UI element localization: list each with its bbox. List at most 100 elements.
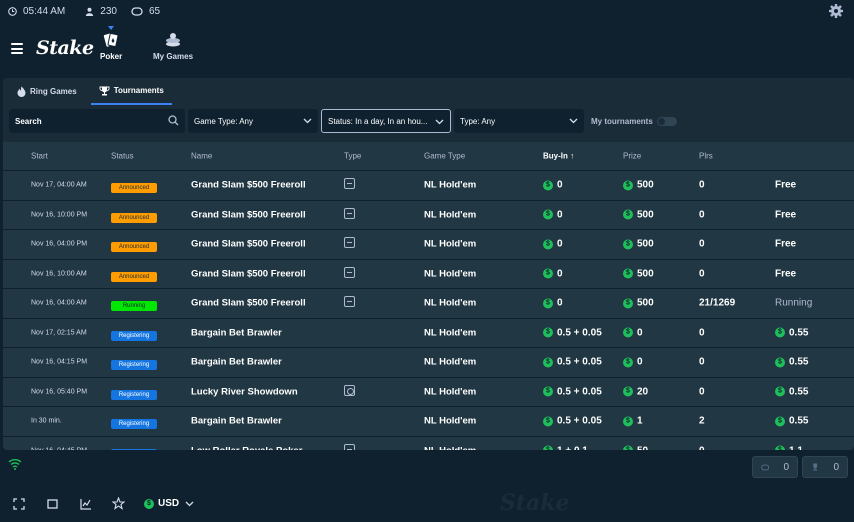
status-badge-label: Registering <box>111 330 157 341</box>
table-row[interactable]: Nov 16, 10:00 AM Announced Grand Slam $500… <box>3 258 854 288</box>
tables-chip[interactable]: 0 <box>752 456 798 478</box>
prize-value: 500 <box>637 209 654 221</box>
tournaments-table: Start Status Name Type Game Type Buy-In … <box>3 142 854 450</box>
search-icon <box>168 115 179 126</box>
prize-value: 1 <box>637 415 643 427</box>
dollar-coin-icon: $ <box>543 268 553 279</box>
tab-tournaments-label: Tournaments <box>113 86 164 95</box>
tournaments-chip-value: 0 <box>833 461 839 473</box>
settings-gear-icon[interactable] <box>828 3 844 24</box>
type-cell <box>344 294 355 312</box>
col-name[interactable]: Name <box>191 152 212 161</box>
row-buy-in: $0 <box>543 209 563 220</box>
players-stat: 230 <box>85 6 117 17</box>
entry-value: 0.55 <box>789 415 809 427</box>
table-row[interactable]: Nov 17, 02:15 AM Registering Bargain Bet B… <box>3 317 854 347</box>
table-header: Start Status Name Type Game Type Buy-In … <box>3 142 854 170</box>
table-row[interactable]: Nov 16, 04:00 AM Running Grand Slam $500 F… <box>3 288 854 318</box>
entry-value: Free <box>775 209 797 221</box>
tournaments-chip[interactable]: 0 <box>802 456 848 478</box>
row-plrs: 0 <box>699 209 705 221</box>
dollar-coin-icon: $ <box>543 209 553 220</box>
chevron-down-icon <box>435 119 444 125</box>
row-prize: $500 <box>623 298 654 309</box>
star-icon[interactable] <box>112 497 125 510</box>
dollar-coin-icon: $ <box>775 386 785 397</box>
dollar-coin-icon: $ <box>543 327 553 338</box>
game-type-value: Game Type: Any <box>194 116 253 126</box>
fullscreen-icon[interactable] <box>13 498 25 510</box>
col-game-type[interactable]: Game Type <box>424 152 465 161</box>
table-row[interactable]: Nov 16, 04:15 PM Registering Bargain Bet B… <box>3 347 854 377</box>
menu-icon[interactable] <box>11 43 23 54</box>
buy-in-value: 0.5 + 0.05 <box>557 327 602 339</box>
table-row[interactable]: In 30 min. Registering Bargain Bet Brawler… <box>3 406 854 436</box>
dollar-coin-icon: $ <box>543 239 553 250</box>
buy-in-value: 0.5 + 0.05 <box>557 415 602 427</box>
prize-value: 500 <box>637 238 654 250</box>
table-row[interactable]: Nov 16, 04:45 PM Registering Low Roller Ro… <box>3 435 854 450</box>
late-register-icon <box>344 207 355 219</box>
status-badge: Registering <box>111 324 157 342</box>
table-row[interactable]: Nov 16, 05:40 PM Registering Lucky River S… <box>3 376 854 406</box>
row-name: Grand Slam $500 Freeroll <box>191 238 306 250</box>
buy-in-value: 0 <box>557 238 563 250</box>
dollar-coin-icon: $ <box>623 268 633 279</box>
status-badge-label: Registering <box>111 389 157 400</box>
rebuy-icon <box>344 384 355 396</box>
buy-in-value: 0 <box>557 179 563 191</box>
dollar-coin-icon: $ <box>623 298 633 309</box>
nav-my-games[interactable]: My Games <box>153 32 193 61</box>
dollar-coin-icon: $ <box>543 357 553 368</box>
row-buy-in: $0.5 + 0.05 <box>543 386 602 397</box>
status-badge: Registering <box>111 412 157 430</box>
dollar-coin-icon: $ <box>144 498 154 509</box>
chevron-down-icon <box>569 118 578 124</box>
search-input[interactable]: Search <box>9 109 185 133</box>
status-select[interactable]: Status: In a day, In an hou... <box>321 109 451 133</box>
status-badge-label: Announced <box>111 183 157 194</box>
col-plrs[interactable]: Plrs <box>699 152 713 161</box>
row-plrs: 0 <box>699 327 705 339</box>
row-entry: Free <box>775 268 796 279</box>
nav-my-games-label: My Games <box>153 52 194 61</box>
nav-poker-label: Poker <box>100 52 123 61</box>
late-register-icon <box>344 266 355 278</box>
row-plrs: 0 <box>699 179 705 191</box>
game-type-select[interactable]: Game Type: Any <box>188 109 318 133</box>
table-row[interactable]: Nov 16, 04:00 PM Announced Grand Slam $500… <box>3 229 854 259</box>
my-tournaments-toggle[interactable] <box>656 116 677 126</box>
col-buy-in[interactable]: Buy-In ↑ <box>543 152 574 161</box>
lobby-tabs: Ring Games Tournaments <box>3 78 172 106</box>
row-name: Grand Slam $500 Freeroll <box>191 209 306 221</box>
currency-selector[interactable]: $ USD <box>144 498 194 509</box>
my-tournaments-label: My tournaments <box>591 116 653 126</box>
row-prize: $0 <box>623 327 643 338</box>
stake-logo[interactable]: Stake <box>36 37 94 59</box>
dollar-coin-icon: $ <box>775 416 785 427</box>
trophy-icon <box>813 463 818 471</box>
stats-chart-icon[interactable] <box>80 498 92 510</box>
type-select[interactable]: Type: Any <box>454 109 584 133</box>
prize-value: 500 <box>637 179 654 191</box>
row-name: Lucky River Showdown <box>191 386 298 398</box>
col-start[interactable]: Start <box>31 152 48 161</box>
type-cell <box>344 206 355 224</box>
table-row[interactable]: Nov 16, 10:00 PM Announced Grand Slam $500… <box>3 199 854 229</box>
window-icon[interactable] <box>47 499 58 509</box>
status-badge: Running <box>111 294 157 312</box>
tab-tournaments[interactable]: Tournaments <box>90 78 172 105</box>
row-name: Grand Slam $500 Freeroll <box>191 268 306 280</box>
row-game-type: NL Hold'em <box>424 179 477 191</box>
status-badge-label: Running <box>111 301 157 312</box>
col-type[interactable]: Type <box>344 152 361 161</box>
dollar-coin-icon: $ <box>623 357 633 368</box>
col-status[interactable]: Status <box>111 152 134 161</box>
buy-in-value: 0 <box>557 209 563 221</box>
row-game-type: NL Hold'em <box>424 356 477 368</box>
row-plrs: 0 <box>699 445 705 450</box>
table-row[interactable]: Nov 17, 04:00 AM Announced Grand Slam $500… <box>3 170 854 200</box>
tab-ring-games[interactable]: Ring Games <box>9 78 85 105</box>
nav-poker[interactable]: Poker <box>100 32 122 61</box>
col-prize[interactable]: Prize <box>623 152 641 161</box>
